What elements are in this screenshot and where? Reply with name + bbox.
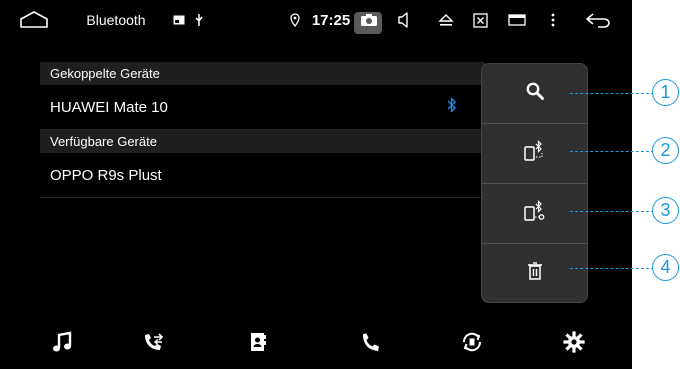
device-name: HUAWEI Mate 10: [50, 98, 168, 116]
location-pin-icon: [288, 0, 302, 40]
gear-icon: [563, 330, 585, 358]
delete-button[interactable]: [482, 244, 587, 303]
bottom-nav-bar: [0, 318, 632, 369]
callout-line-3: [570, 211, 654, 212]
sync-button[interactable]: [452, 326, 492, 362]
device-list: Gekoppelte Geräte HUAWEI Mate 10 Verfügb…: [40, 62, 485, 198]
image-icon: [172, 0, 186, 40]
status-bar: Bluetooth 17:25: [0, 0, 632, 40]
settings-button[interactable]: [554, 326, 594, 362]
window-icon[interactable]: [504, 0, 530, 40]
device-name: OPPO R9s Plust: [50, 166, 162, 184]
connect-device-button[interactable]: [482, 124, 587, 183]
device-settings-button[interactable]: [482, 184, 587, 243]
bluetooth-action-panel: [481, 63, 588, 303]
available-device-row[interactable]: OPPO R9s Plust: [40, 153, 485, 198]
music-note-icon: [52, 331, 72, 358]
head-unit-screen: Bluetooth 17:25 Gekoppelte Geräte HUAWEI…: [0, 0, 632, 369]
eject-icon[interactable]: [434, 0, 458, 40]
call-log-icon: [142, 331, 166, 358]
sync-icon: [460, 330, 484, 359]
callout-number-1: 1: [652, 79, 679, 106]
phone-bluetooth-settings-icon: [523, 200, 546, 227]
trash-icon: [527, 262, 543, 285]
paired-devices-header: Gekoppelte Geräte: [40, 62, 485, 85]
back-icon[interactable]: [578, 0, 618, 40]
contacts-book-icon: [249, 331, 267, 358]
phone-icon: [360, 331, 380, 358]
more-icon[interactable]: [543, 0, 563, 40]
contacts-button[interactable]: [238, 326, 278, 362]
volume-icon[interactable]: [392, 0, 416, 40]
callout-line-1: [570, 93, 654, 94]
callout-number-3: 3: [652, 197, 679, 224]
home-icon[interactable]: [14, 0, 54, 40]
camera-icon[interactable]: [358, 0, 380, 40]
paired-device-row[interactable]: HUAWEI Mate 10: [40, 85, 485, 130]
callout-line-4: [570, 268, 654, 269]
search-icon: [526, 82, 544, 105]
music-button[interactable]: [42, 326, 82, 362]
callout-number-2: 2: [652, 137, 679, 164]
clock-time: 17:25: [311, 11, 351, 29]
call-log-button[interactable]: [134, 326, 174, 362]
close-box-icon[interactable]: [468, 0, 492, 40]
status-title: Bluetooth: [86, 12, 146, 28]
phone-bluetooth-connect-icon: [523, 140, 546, 167]
bluetooth-icon: [447, 96, 457, 118]
available-devices-header: Verfügbare Geräte: [40, 130, 485, 153]
callout-line-2: [570, 151, 654, 152]
callout-number-4: 4: [652, 254, 679, 281]
phone-button[interactable]: [350, 326, 390, 362]
usb-icon: [192, 0, 206, 40]
